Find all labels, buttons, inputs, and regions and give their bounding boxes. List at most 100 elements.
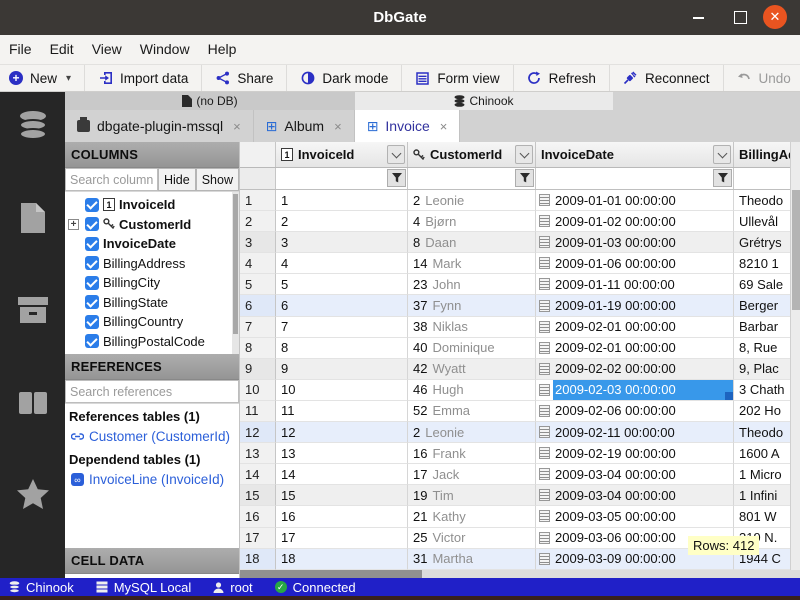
dark-mode-button[interactable]: Dark mode bbox=[287, 65, 402, 91]
cell-data-panel-header[interactable]: CELL DATA bbox=[65, 548, 239, 574]
checkbox-checked-icon[interactable] bbox=[85, 295, 99, 309]
invoiceid-cell[interactable]: 18 bbox=[276, 549, 408, 570]
search-references-input[interactable] bbox=[65, 380, 239, 403]
customerid-cell[interactable]: 17Jack bbox=[408, 464, 536, 485]
checkbox-checked-icon[interactable] bbox=[85, 315, 99, 329]
invoicedate-cell[interactable]: 2009-02-01 00:00:00 bbox=[536, 338, 734, 359]
billingaddress-cell[interactable]: 1 Micro bbox=[734, 464, 790, 485]
customerid-cell[interactable]: 2Leonie bbox=[408, 422, 536, 443]
column-menu-button[interactable] bbox=[387, 145, 405, 164]
billingaddress-filter-input[interactable] bbox=[735, 169, 789, 188]
maximize-button[interactable] bbox=[726, 0, 754, 35]
invoicedate-cell[interactable]: 2009-01-19 00:00:00 bbox=[536, 295, 734, 316]
row-number-cell[interactable]: 7 bbox=[240, 317, 276, 338]
close-tab-icon[interactable]: × bbox=[440, 119, 448, 134]
invoiceid-cell[interactable]: 11 bbox=[276, 401, 408, 422]
form-open-icon[interactable] bbox=[539, 300, 550, 312]
statusbar-user[interactable]: root bbox=[213, 580, 252, 595]
billingaddress-cell[interactable]: 69 Sale bbox=[734, 274, 790, 295]
form-open-icon[interactable] bbox=[539, 553, 550, 565]
column-list-item[interactable]: +CustomerId bbox=[65, 215, 239, 235]
form-open-icon[interactable] bbox=[539, 278, 550, 290]
customerid-cell[interactable]: 38Niklas bbox=[408, 317, 536, 338]
show-button[interactable]: Show bbox=[196, 168, 239, 191]
billingaddress-cell[interactable]: 3 Chath bbox=[734, 380, 790, 401]
customerid-cell[interactable]: 42Wyatt bbox=[408, 359, 536, 380]
form-open-icon[interactable] bbox=[539, 532, 550, 544]
invoicedate-cell[interactable]: 2009-01-02 00:00:00 bbox=[536, 211, 734, 232]
form-open-icon[interactable] bbox=[539, 384, 550, 396]
form-open-icon[interactable] bbox=[539, 215, 550, 227]
reconnect-button[interactable]: Reconnect bbox=[610, 65, 724, 91]
form-open-icon[interactable] bbox=[539, 342, 550, 354]
column-header-customerid[interactable]: CustomerId bbox=[408, 142, 536, 167]
statusbar-server[interactable]: MySQL Local bbox=[96, 580, 192, 595]
tab-invoice[interactable]: ⊞ Invoice × bbox=[355, 110, 461, 142]
references-panel-header[interactable]: REFERENCES bbox=[65, 354, 239, 380]
column-header-invoiceid[interactable]: 1 InvoiceId bbox=[276, 142, 408, 167]
customerid-cell[interactable]: 31Martha bbox=[408, 549, 536, 570]
form-open-icon[interactable] bbox=[539, 426, 550, 438]
column-header-billingaddress[interactable]: BillingAddress bbox=[734, 142, 790, 167]
invoiceid-cell[interactable]: 2 bbox=[276, 211, 408, 232]
invoicedate-cell[interactable]: 2009-02-01 00:00:00 bbox=[536, 317, 734, 338]
column-list-item[interactable]: InvoiceDate bbox=[65, 234, 239, 254]
billingaddress-cell[interactable]: 9, Plac bbox=[734, 359, 790, 380]
billingaddress-cell[interactable]: 8210 1 bbox=[734, 253, 790, 274]
minimize-button[interactable] bbox=[684, 0, 712, 35]
form-open-icon[interactable] bbox=[539, 321, 550, 333]
customerid-cell[interactable]: 14Mark bbox=[408, 253, 536, 274]
close-tab-icon[interactable]: × bbox=[334, 119, 342, 134]
file-icon[interactable] bbox=[15, 200, 51, 236]
undo-button[interactable]: Undo bbox=[724, 65, 800, 91]
filter-funnel-button[interactable] bbox=[713, 169, 732, 187]
row-number-cell[interactable]: 8 bbox=[240, 338, 276, 359]
checkbox-checked-icon[interactable] bbox=[85, 276, 99, 290]
column-list-item[interactable]: BillingState bbox=[65, 293, 239, 313]
star-icon[interactable] bbox=[15, 476, 51, 512]
invoiceid-cell[interactable]: 10 bbox=[276, 380, 408, 401]
invoiceid-cell[interactable]: 3 bbox=[276, 232, 408, 253]
invoicedate-cell[interactable]: 2009-01-11 00:00:00 bbox=[536, 274, 734, 295]
form-open-icon[interactable] bbox=[539, 236, 550, 248]
tab-album[interactable]: ⊞ Album × bbox=[254, 110, 355, 142]
statusbar-connection[interactable]: ✓ Connected bbox=[275, 580, 356, 595]
invoiceid-filter-input[interactable] bbox=[277, 169, 385, 188]
customerid-cell[interactable]: 2Leonie bbox=[408, 190, 536, 211]
customerid-cell[interactable]: 46Hugh bbox=[408, 380, 536, 401]
form-open-icon[interactable] bbox=[539, 257, 550, 269]
menu-edit[interactable]: Edit bbox=[41, 35, 83, 64]
customerid-filter-input[interactable] bbox=[409, 169, 513, 188]
invoicedate-cell[interactable]: 2009-03-04 00:00:00 bbox=[536, 464, 734, 485]
row-number-cell[interactable]: 4 bbox=[240, 253, 276, 274]
new-button[interactable]: + New ▾ bbox=[0, 65, 85, 91]
menu-view[interactable]: View bbox=[83, 35, 131, 64]
checkbox-checked-icon[interactable] bbox=[85, 237, 99, 251]
customerid-cell[interactable]: 21Kathy bbox=[408, 506, 536, 527]
menu-window[interactable]: Window bbox=[131, 35, 199, 64]
column-list-item[interactable]: BillingAddress bbox=[65, 254, 239, 274]
menu-help[interactable]: Help bbox=[199, 35, 246, 64]
billingaddress-cell[interactable]: 8, Rue bbox=[734, 338, 790, 359]
invoicedate-cell[interactable]: 2009-01-06 00:00:00 bbox=[536, 253, 734, 274]
invoicedate-cell[interactable]: 2009-02-19 00:00:00 bbox=[536, 443, 734, 464]
billingaddress-cell[interactable]: 1600 A bbox=[734, 443, 790, 464]
invoiceid-cell[interactable]: 12 bbox=[276, 422, 408, 443]
row-number-cell[interactable]: 2 bbox=[240, 211, 276, 232]
form-open-icon[interactable] bbox=[539, 405, 550, 417]
invoicedate-cell[interactable]: 2009-02-11 00:00:00 bbox=[536, 422, 734, 443]
archive-icon[interactable] bbox=[15, 292, 51, 328]
close-button[interactable]: ✕ bbox=[763, 5, 787, 29]
invoicedate-cell[interactable]: 2009-03-05 00:00:00 bbox=[536, 506, 734, 527]
invoiceid-cell[interactable]: 8 bbox=[276, 338, 408, 359]
row-number-cell[interactable]: 18 bbox=[240, 549, 276, 570]
reference-link-customer[interactable]: Customer (CustomerId) bbox=[65, 426, 239, 447]
form-open-icon[interactable] bbox=[539, 194, 550, 206]
billingaddress-cell[interactable]: Berger bbox=[734, 295, 790, 316]
tab-group-chinook[interactable]: Chinook bbox=[355, 92, 613, 110]
checkbox-checked-icon[interactable] bbox=[85, 217, 99, 231]
billingaddress-cell[interactable]: Ullevål bbox=[734, 211, 790, 232]
import-data-button[interactable]: Import data bbox=[85, 65, 202, 91]
invoicedate-cell[interactable]: 2009-01-01 00:00:00 bbox=[536, 190, 734, 211]
row-number-cell[interactable]: 14 bbox=[240, 464, 276, 485]
